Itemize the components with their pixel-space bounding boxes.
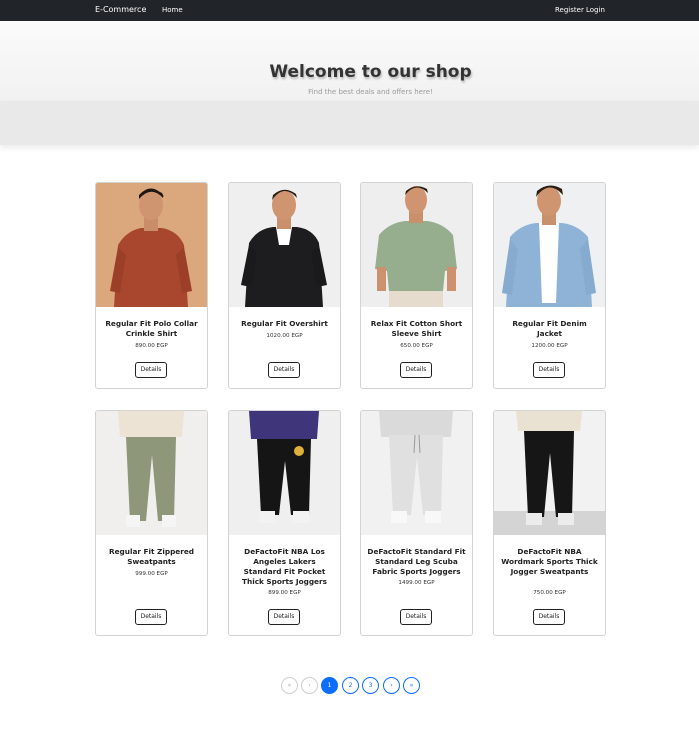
product-title: DeFactoFit NBA Wordmark Sports Thick Jog… (501, 547, 598, 576)
product-image[interactable] (96, 411, 207, 535)
details-button[interactable]: Details (400, 362, 432, 378)
product-card: Regular Fit Denim Jacket 1200.00 EGP Det… (493, 182, 606, 389)
hero-subtitle: Find the best deals and offers here! (308, 88, 433, 96)
product-title: Regular Fit Polo Collar Crinkle Shirt (105, 319, 198, 338)
nav-home-link[interactable]: Home (162, 6, 183, 14)
product-card: DeFactoFit NBA Wordmark Sports Thick Jog… (493, 410, 606, 636)
product-price: 1200.00 EGP (531, 343, 568, 349)
product-image[interactable] (229, 183, 340, 307)
navbar: E-Commerce Home Register Login (0, 0, 699, 21)
product-card: Regular Fit Overshirt 1020.00 EGP Detail… (228, 182, 341, 389)
page-button-3[interactable]: 3 (362, 677, 379, 694)
product-price: 999.00 EGP (135, 571, 168, 577)
product-image[interactable] (494, 411, 605, 535)
brand-link[interactable]: E-Commerce (95, 5, 146, 14)
product-title: Relax Fit Cotton Short Sleeve Shirt (370, 319, 463, 338)
product-image[interactable] (361, 183, 472, 307)
details-button[interactable]: Details (533, 609, 565, 625)
prev-page-button[interactable]: ‹ (301, 677, 318, 694)
product-image[interactable] (494, 183, 605, 307)
next-page-button[interactable]: › (383, 677, 400, 694)
details-button[interactable]: Details (268, 609, 300, 625)
hero-title: Welcome to our shop (269, 62, 472, 82)
product-title: DeFactoFit NBA Los Angeles Lakers Standa… (242, 547, 327, 586)
product-card: Relax Fit Cotton Short Sleeve Shirt 650.… (360, 182, 473, 389)
product-price: 750.00 EGP (533, 590, 566, 596)
product-card: Regular Fit Zippered Sweatpants 999.00 E… (95, 410, 208, 636)
hero-band (0, 101, 699, 145)
details-button[interactable]: Details (268, 362, 300, 378)
product-card: DeFactoFit NBA Los Angeles Lakers Standa… (228, 410, 341, 636)
product-title: Regular Fit Zippered Sweatpants (108, 547, 195, 566)
product-image[interactable] (229, 411, 340, 535)
product-title: Regular Fit Overshirt (241, 319, 328, 328)
first-page-button[interactable]: « (281, 677, 298, 694)
product-price: 1020.00 EGP (266, 333, 303, 339)
last-page-button[interactable]: » (403, 677, 420, 694)
details-button[interactable]: Details (533, 362, 565, 378)
nav-register-link[interactable]: Register (555, 6, 584, 14)
product-price: 650.00 EGP (400, 343, 433, 349)
product-image[interactable] (96, 183, 207, 307)
product-card: Regular Fit Polo Collar Crinkle Shirt 89… (95, 182, 208, 389)
product-price: 890.00 EGP (135, 343, 168, 349)
product-price: 899.00 EGP (268, 590, 301, 596)
details-button[interactable]: Details (400, 609, 432, 625)
details-button[interactable]: Details (135, 609, 167, 625)
details-button[interactable]: Details (135, 362, 167, 378)
product-title: DeFactoFit Standard Fit Standard Leg Scu… (367, 547, 466, 576)
page-button-1[interactable]: 1 (321, 677, 338, 694)
product-price: 1499.00 EGP (398, 580, 435, 586)
page-button-2[interactable]: 2 (342, 677, 359, 694)
nav-login-link[interactable]: Login (586, 6, 605, 14)
product-card: DeFactoFit Standard Fit Standard Leg Scu… (360, 410, 473, 636)
product-title: Regular Fit Denim Jacket (512, 319, 587, 338)
product-image[interactable] (361, 411, 472, 535)
